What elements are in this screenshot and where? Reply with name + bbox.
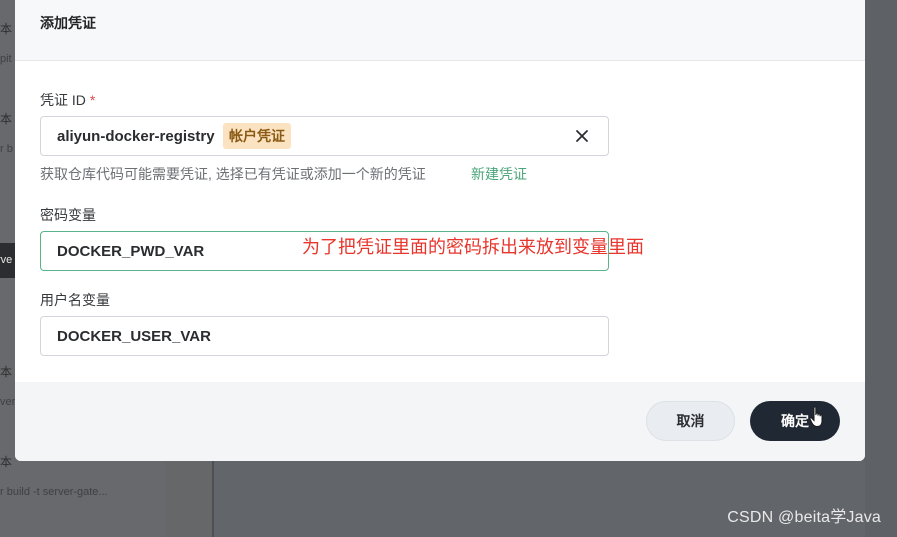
credential-type-tag: 帐户凭证 bbox=[223, 123, 291, 149]
add-credential-dialog: 添加凭证 凭证 ID * aliyun-docker-registry 帐户凭证 … bbox=[15, 0, 865, 461]
background-right-edge bbox=[865, 0, 897, 537]
red-annotation-text: 为了把凭证里面的密码拆出来放到变量里面 bbox=[302, 237, 644, 257]
credential-id-value: aliyun-docker-registry bbox=[57, 128, 215, 145]
bg-text-fragment: 本 bbox=[0, 365, 13, 379]
credential-id-label: 凭证 ID * bbox=[40, 90, 95, 110]
confirm-button[interactable]: 确定 bbox=[750, 401, 840, 441]
dialog-header: 添加凭证 bbox=[15, 0, 865, 61]
credential-id-label-text: 凭证 ID bbox=[40, 92, 86, 108]
dialog-footer bbox=[15, 382, 865, 461]
password-variable-label: 密码变量 bbox=[40, 207, 96, 223]
bg-text-fragment: 本 bbox=[0, 455, 13, 469]
required-mark: * bbox=[89, 92, 96, 108]
credential-help-text: 获取仓库代码可能需要凭证, 选择已有凭证或添加一个新的凭证 bbox=[40, 166, 426, 182]
close-icon[interactable] bbox=[572, 126, 592, 146]
username-variable-input[interactable]: DOCKER_USER_VAR bbox=[40, 316, 609, 356]
dialog-title: 添加凭证 bbox=[40, 15, 96, 31]
cancel-button[interactable]: 取消 bbox=[646, 401, 735, 441]
password-variable-value: DOCKER_PWD_VAR bbox=[57, 243, 205, 260]
background-strip bbox=[165, 461, 212, 537]
bg-text-fragment: pit bbox=[0, 53, 12, 65]
hand-cursor-icon bbox=[809, 406, 823, 428]
bg-text-fragment: 本 bbox=[0, 22, 13, 36]
csdn-watermark: CSDN @beita学Java bbox=[727, 509, 881, 526]
bg-text-fragment: r b bbox=[0, 143, 13, 155]
username-variable-label: 用户名变量 bbox=[40, 292, 110, 308]
bg-text-fragment: r build -t server-gate... bbox=[0, 486, 108, 498]
bg-text-fragment: ver bbox=[0, 396, 16, 408]
new-credential-link[interactable]: 新建凭证 bbox=[471, 164, 527, 184]
credential-id-select[interactable]: aliyun-docker-registry 帐户凭证 bbox=[40, 116, 609, 156]
bg-selected-item: rve bbox=[0, 243, 16, 278]
bg-text-fragment: 本 bbox=[0, 112, 13, 126]
username-variable-value: DOCKER_USER_VAR bbox=[57, 328, 211, 345]
